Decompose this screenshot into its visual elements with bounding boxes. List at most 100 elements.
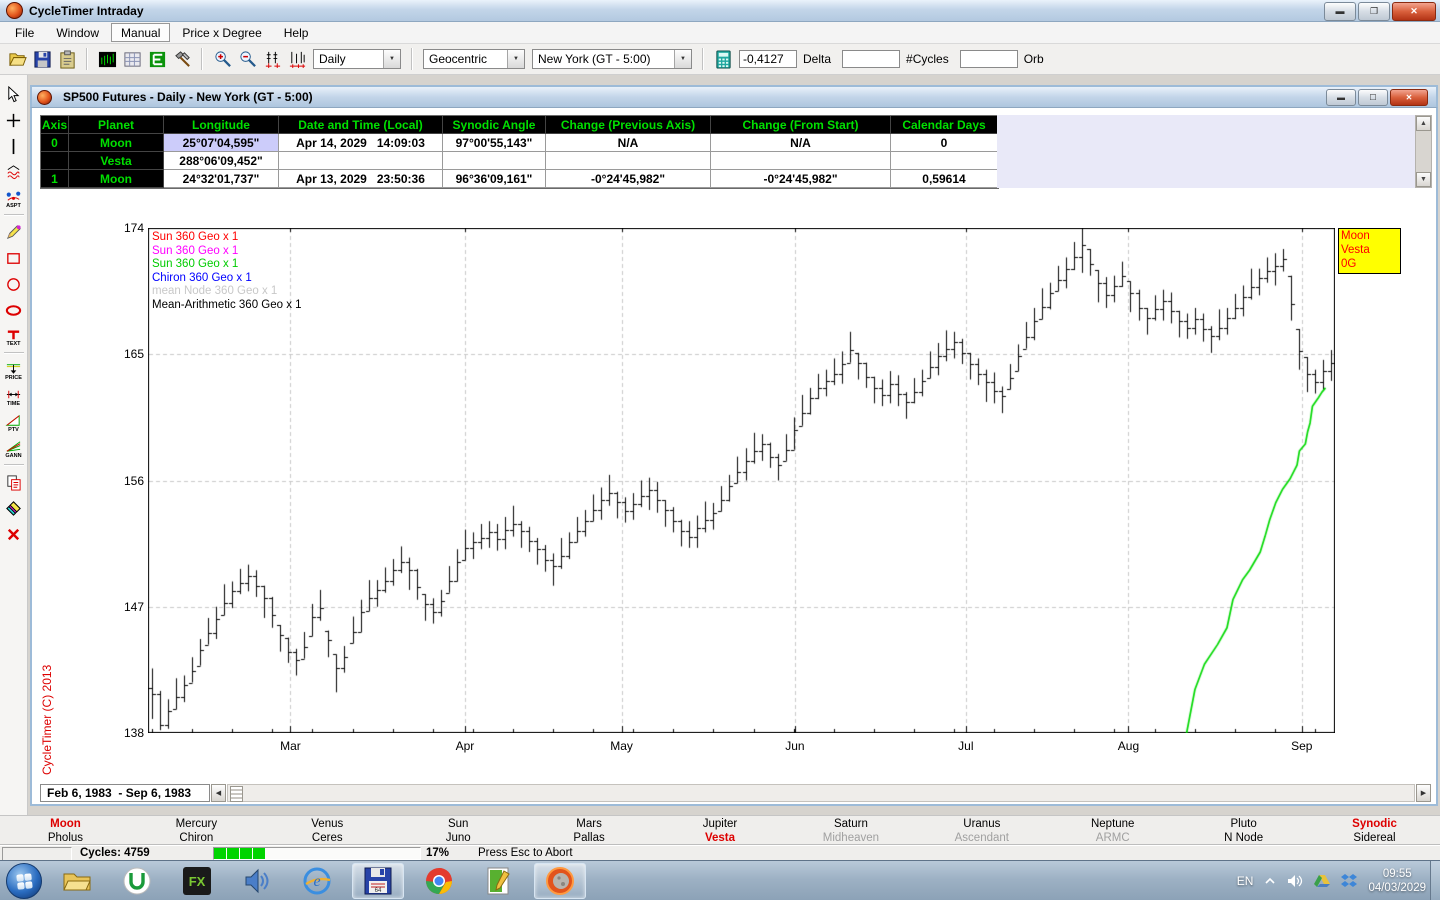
cycles-input[interactable]: [842, 50, 900, 68]
scroll-down-icon[interactable]: ▼: [1416, 172, 1431, 187]
planet-toggle-saturn[interactable]: SaturnMidheaven: [785, 816, 916, 846]
child-maximize-button[interactable]: ☐: [1358, 89, 1388, 106]
gdrive-tray-icon[interactable]: [1314, 874, 1330, 888]
grid-icon[interactable]: [121, 48, 143, 70]
planet-toggle-venus[interactable]: VenusCeres: [262, 816, 393, 846]
progress-block: [240, 848, 252, 859]
table-header-change-previous-axis-: Change (Previous Axis): [546, 116, 711, 134]
clock[interactable]: 09:55 04/03/2029: [1368, 867, 1426, 895]
menu-item-price-x-degree[interactable]: Price x Degree: [172, 23, 271, 42]
table-row-0-longitude[interactable]: 25°07'04,595": [164, 134, 279, 152]
ptv-tool-icon[interactable]: PTV: [2, 410, 26, 434]
eraser-tool-icon[interactable]: [2, 496, 26, 520]
open-icon[interactable]: [6, 48, 28, 70]
planet-toggle-pluto[interactable]: PlutoN Node: [1178, 816, 1309, 846]
clipboard-icon[interactable]: [56, 48, 78, 70]
progress-block: [227, 848, 239, 859]
crosshair-tool-icon[interactable]: [2, 108, 26, 132]
chart-icon[interactable]: [96, 48, 118, 70]
calculator-icon[interactable]: [712, 48, 734, 70]
planet-toggle-uranus[interactable]: UranusAscendant: [916, 816, 1047, 846]
planet-toggle-neptune[interactable]: NeptuneARMC: [1047, 816, 1178, 846]
table-scrollbar[interactable]: ▲ ▼: [1415, 115, 1432, 188]
menu-item-manual[interactable]: Manual: [111, 23, 170, 42]
taskbar-app-cycletimer[interactable]: [534, 863, 586, 899]
x-tick-label: Jun: [775, 739, 815, 753]
language-indicator[interactable]: EN: [1237, 874, 1254, 888]
save-icon[interactable]: [31, 48, 53, 70]
price-chart-canvas[interactable]: [148, 228, 1335, 733]
menu-item-help[interactable]: Help: [274, 23, 319, 42]
taskbar-app-internet-explorer[interactable]: e: [292, 864, 342, 898]
price-tool-icon[interactable]: PRICE: [2, 358, 26, 382]
vertical-line-tool-icon[interactable]: [2, 134, 26, 158]
taskbar-app-notepad[interactable]: [474, 864, 524, 898]
chevron-down-icon[interactable]: ▼: [383, 50, 400, 68]
gann-tool-icon[interactable]: GANN: [2, 436, 26, 460]
planet-toggle-jupiter[interactable]: JupiterVesta: [655, 816, 786, 846]
zoom-in-icon[interactable]: [211, 48, 233, 70]
coordinate-combo[interactable]: Geocentric ▼: [423, 49, 525, 69]
close-button[interactable]: ✕: [1392, 2, 1436, 21]
eclipse-icon[interactable]: [146, 48, 168, 70]
child-minimize-button[interactable]: ▬: [1326, 89, 1356, 106]
text-tool-icon[interactable]: TEXT: [2, 324, 26, 348]
pointer-tool-icon[interactable]: [2, 82, 26, 106]
hidden-icons-chevron[interactable]: [1264, 876, 1276, 886]
period-combo[interactable]: Daily ▼: [313, 49, 401, 69]
window-titlebar: CycleTimer Intraday ▬ ❐ ✕: [0, 0, 1440, 22]
planet-toggle-sun[interactable]: SunJuno: [393, 816, 524, 846]
scroll-right-icon[interactable]: ▶: [1416, 784, 1431, 802]
chevron-down-icon[interactable]: ▼: [507, 50, 524, 68]
zoom-out-icon[interactable]: [236, 48, 258, 70]
minimize-button[interactable]: ▬: [1324, 2, 1356, 21]
orb-input[interactable]: [960, 50, 1018, 68]
chevron-down-icon[interactable]: ▼: [674, 50, 691, 68]
taskbar-app-fx-trader[interactable]: FX: [172, 864, 222, 898]
volume-tray-icon[interactable]: [1287, 874, 1303, 888]
circle-tool-icon[interactable]: [2, 272, 26, 296]
svg-text:e: e: [313, 873, 320, 890]
date-scrollbar-thumb[interactable]: [230, 786, 243, 802]
wave-tool-icon[interactable]: [2, 160, 26, 184]
table-row-1-longitude[interactable]: 288°06'09,452": [164, 152, 279, 170]
taskbar-app-utorrent[interactable]: [112, 864, 162, 898]
time-tool-icon[interactable]: TIME: [2, 384, 26, 408]
planet-toggle-moon[interactable]: MoonPholus: [0, 816, 131, 846]
timezone-combo[interactable]: New York (GT - 5:00) ▼: [532, 49, 692, 69]
table-row-2-datetime: Apr 13, 2029 23:50:36: [279, 170, 443, 188]
planet-top-label: Venus: [311, 817, 343, 831]
planet-toggle-mars[interactable]: MarsPallas: [524, 816, 655, 846]
show-desktop-button[interactable]: [1430, 861, 1440, 900]
copy-tool-icon[interactable]: [2, 470, 26, 494]
planet-bottom-label: N Node: [1224, 831, 1263, 845]
aspect-tool-icon[interactable]: ASPT: [2, 186, 26, 210]
taskbar-app-chrome[interactable]: [414, 864, 464, 898]
menu-item-file[interactable]: File: [5, 23, 44, 42]
price-scale-icon[interactable]: [261, 48, 283, 70]
pencil-tool-icon[interactable]: [2, 220, 26, 244]
taskbar-app-volume-mixer[interactable]: [232, 864, 282, 898]
time-scale-icon[interactable]: [286, 48, 308, 70]
ellipse-tool-icon[interactable]: [2, 298, 26, 322]
x-tick-label: Sep: [1282, 739, 1322, 753]
taskbar-app-explorer[interactable]: [52, 864, 102, 898]
planet-toggle-synodic[interactable]: SynodicSidereal: [1309, 816, 1440, 846]
delete-tool-icon[interactable]: [2, 522, 26, 546]
taskbar-app-backup-disk[interactable]: 64: [352, 863, 404, 899]
scroll-left-icon[interactable]: ◀: [211, 784, 226, 802]
menu-item-window[interactable]: Window: [46, 23, 109, 42]
tools-icon[interactable]: [171, 48, 193, 70]
start-button[interactable]: [6, 863, 42, 899]
restore-button[interactable]: ❐: [1358, 2, 1390, 21]
dropbox-tray-icon[interactable]: [1341, 874, 1357, 888]
delta-input[interactable]: [739, 50, 797, 68]
system-tray: EN 09:55 04/03/2029: [1237, 861, 1426, 900]
child-close-button[interactable]: ✕: [1390, 89, 1428, 106]
chart-window-title: SP500 Futures - Daily - New York (GT - 5…: [63, 90, 313, 104]
scroll-up-icon[interactable]: ▲: [1416, 116, 1431, 131]
rectangle-tool-icon[interactable]: [2, 246, 26, 270]
table-row-2-longitude[interactable]: 24°32'01,737": [164, 170, 279, 188]
date-scrollbar[interactable]: [227, 784, 1415, 802]
planet-toggle-mercury[interactable]: MercuryChiron: [131, 816, 262, 846]
